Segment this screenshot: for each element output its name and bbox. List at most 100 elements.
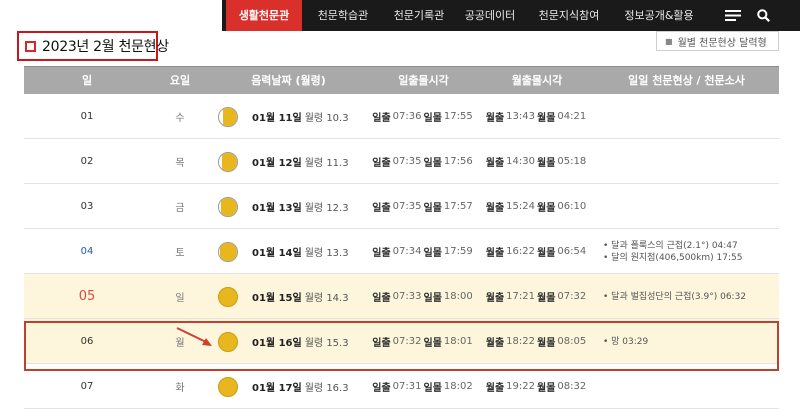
header-day: 일: [81, 74, 93, 87]
moon-age-label: 월령: [304, 203, 327, 214]
moonset-time: 05:18: [557, 156, 587, 167]
page-title-box: 2023년 2월 천문현상: [17, 31, 169, 61]
nav-item-public-data[interactable]: 공공데이터: [460, 0, 520, 31]
moon-age-value: 13.3: [326, 248, 349, 259]
moonset-label: 월몰: [537, 383, 556, 394]
search-icon[interactable]: [757, 9, 770, 22]
sunset-label: 일몰: [423, 293, 442, 304]
moon-age-label: 월령: [304, 293, 327, 304]
moonset-label: 월몰: [537, 293, 556, 304]
moon-phase-icon: [218, 151, 238, 172]
sun-times-cell: 일출 07:33 일몰 18:00: [367, 274, 480, 319]
moon-lit-portion: [221, 152, 237, 171]
moon-phase-icon: [218, 376, 238, 397]
sun-times-cell: 일출 07:34 일몰 17:59: [367, 229, 480, 274]
day-cell: 03: [80, 201, 94, 212]
sunrise-time: 07:36: [392, 111, 422, 122]
moonset-label: 월몰: [537, 248, 556, 259]
sunset-time: 17:59: [443, 246, 473, 257]
table-header: 일 요일 음력날짜 (월령) 일출몰시각 월출몰시각 일일 천문현상 / 천문소…: [24, 66, 779, 94]
day-cell: 05: [78, 289, 96, 304]
sunrise-time: 07:35: [392, 201, 422, 212]
moon-age-value: 11.3: [326, 158, 349, 169]
moon-phase-icon: [218, 196, 238, 217]
sunrise-label: 일출: [372, 203, 391, 214]
day-cell: 01: [80, 111, 94, 122]
moon-times-cell: 월출 16:22 월몰 06:54: [480, 229, 594, 274]
sunrise-label: 일출: [372, 383, 391, 394]
moonrise-label: 월출: [485, 248, 505, 259]
lunar-date-cell: 01월 15일 월령 14.3: [210, 274, 367, 319]
sunset-label: 일몰: [423, 383, 442, 394]
moonset-time: 07:32: [557, 291, 587, 302]
header-sun-times: 일출몰시각: [398, 74, 449, 87]
weekday-cell: 수: [175, 113, 185, 124]
moonset-label: 월몰: [537, 203, 556, 214]
title-square-icon: [25, 40, 36, 52]
day-cell: 02: [80, 156, 94, 167]
sunset-time: 17:56: [443, 156, 473, 167]
sun-times-cell: 일출 07:35 일몰 17:56: [367, 139, 480, 184]
table-row: 02 목 01월 12일 월령 11.3 일출 07:35 일몰 17:56 월출 14:30 월몰…: [24, 139, 779, 184]
lunar-date-cell: 01월 13일 월령 12.3: [210, 184, 367, 229]
sunrise-label: 일출: [372, 113, 391, 124]
table-row: 03 금 01월 13일 월령 12.3 일출 07:35 일몰 17:57 월출 15:24 월몰…: [24, 184, 779, 229]
bullet-icon: ■: [665, 36, 673, 46]
calendar-view-button[interactable]: ■ 월별 천문현상 달력형: [656, 31, 779, 51]
events-cell: • 달과 벌집성단의 근접(3.9°) 06:32: [594, 274, 779, 319]
moon-age: 월령 10.3: [305, 109, 349, 124]
lunar-date-cell: 01월 12일 월령 11.3: [210, 139, 367, 184]
moon-age-value: 10.3: [326, 113, 349, 124]
moon-lit-portion: [220, 197, 237, 216]
sunrise-label: 일출: [372, 158, 391, 169]
sunset-time: 17:55: [443, 111, 473, 122]
moon-phase-icon: [218, 106, 238, 127]
lunar-date: 01월 13일: [252, 203, 302, 214]
moon-age: 월령 13.3: [305, 244, 349, 259]
weekday-cell: 목: [175, 158, 185, 169]
moon-lit-portion: [222, 107, 237, 126]
sun-times-cell: 일출 07:36 일몰 17:55: [367, 94, 480, 139]
sunset-label: 일몰: [423, 158, 442, 169]
moon-times-cell: 월출 14:30 월몰 05:18: [480, 139, 594, 184]
header-events: 일일 천문현상 / 천문소사: [628, 74, 745, 87]
moon-phase-icon: [218, 241, 238, 262]
moon-times-cell: 월출 17:21 월몰 07:32: [480, 274, 594, 319]
sunrise-time: 07:35: [392, 156, 422, 167]
moon-phase-icon: [218, 286, 238, 307]
nav-item-knowledge-participation[interactable]: 천문지식참여: [533, 0, 605, 31]
moonrise-time: 14:30: [506, 156, 535, 167]
moon-age-value: 14.3: [326, 293, 349, 304]
moonrise-time: 15:24: [506, 201, 535, 212]
sunset-label: 일몰: [423, 113, 442, 124]
moon-age-label: 월령: [304, 248, 327, 259]
nav-item-astronomy-learning[interactable]: 천문학습관: [310, 0, 376, 31]
table-row: 04 토 01월 14일 월령 13.3 일출 07:34 일몰 17:59 월출 16:22 월몰…: [24, 229, 779, 274]
events-cell: [594, 94, 779, 139]
nav-item-astronomy-records[interactable]: 천문기록관: [386, 0, 452, 31]
moon-times-cell: 월출 13:43 월몰 04:21: [480, 94, 594, 139]
moon-age: 월령 11.3: [305, 154, 349, 169]
event-item: • 달과 폴룩스의 근접(2.1°) 04:47: [603, 240, 738, 251]
events-cell: [594, 139, 779, 184]
moonset-time: 04:21: [557, 111, 587, 122]
nav-item-life-astronomy[interactable]: 생활천문관: [226, 0, 302, 31]
moon-age: 월령 12.3: [305, 199, 349, 214]
event-item: • 달과 벌집성단의 근접(3.9°) 06:32: [603, 291, 747, 302]
moon-times-cell: 월출 15:24 월몰 06:10: [480, 184, 594, 229]
moon-age-label: 월령: [304, 158, 327, 169]
annotation-arrow-icon: [176, 327, 212, 346]
moonrise-time: 13:43: [506, 111, 535, 122]
nav-item-info-disclosure[interactable]: 정보공개&활용: [619, 0, 699, 31]
weekday-cell: 금: [175, 203, 185, 214]
moon-age-value: 16.3: [326, 383, 349, 394]
lunar-date-cell: 01월 14일 월령 13.3: [210, 229, 367, 274]
lunar-date: 01월 12일: [252, 158, 302, 169]
header-moon-times: 월출몰시각: [511, 74, 563, 87]
events-cell: • 달과 폴룩스의 근접(2.1°) 04:47 • 달의 원지점(406,500…: [594, 229, 779, 274]
sunset-label: 일몰: [423, 203, 442, 214]
sunset-time: 18:00: [443, 291, 473, 302]
hamburger-menu-icon[interactable]: [725, 9, 741, 22]
weekday-cell: 토: [175, 248, 185, 259]
calendar-view-label: 월별 천문현상 달력형: [677, 37, 767, 49]
